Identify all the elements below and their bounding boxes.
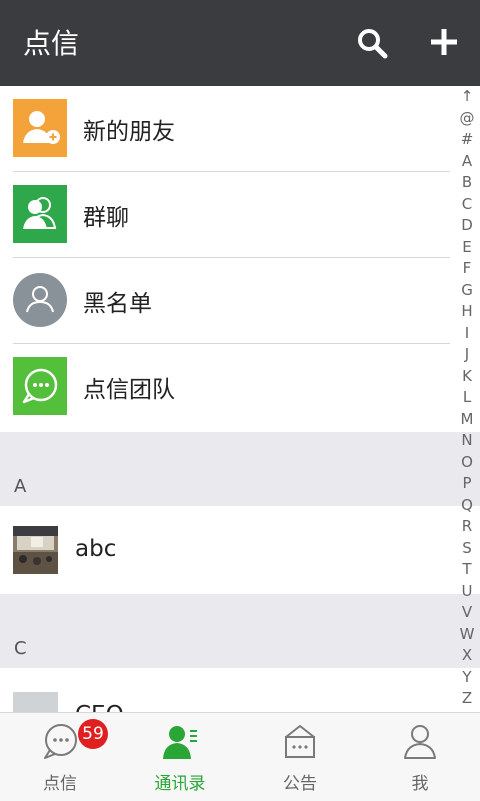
index-letter[interactable]: J xyxy=(454,344,480,366)
blacklist-label: 黑名单 xyxy=(83,291,152,317)
profile-icon xyxy=(404,725,436,759)
search-icon[interactable] xyxy=(355,26,389,60)
index-letter[interactable]: C xyxy=(454,194,480,216)
index-letter[interactable]: # xyxy=(454,129,480,151)
group-chat-label: 群聊 xyxy=(83,205,129,231)
contact-name: CEO xyxy=(75,702,124,712)
index-letter[interactable]: Q xyxy=(454,495,480,517)
index-letter[interactable]: W xyxy=(454,624,480,646)
tab-announcements[interactable]: 公告 xyxy=(240,713,360,801)
index-letter[interactable]: A xyxy=(454,151,480,173)
contact-avatar xyxy=(13,692,58,712)
index-letter[interactable]: V xyxy=(454,602,480,624)
page-title: 点信 xyxy=(23,27,80,60)
chat-icon xyxy=(44,724,77,759)
section-letter: C xyxy=(14,638,27,659)
tab-chats[interactable]: 59 点信 xyxy=(0,713,120,801)
top-bar: 点信 xyxy=(0,0,480,86)
index-letter[interactable]: K xyxy=(454,366,480,388)
contact-list[interactable]: 新的朋友 群聊 黑名单 点信团队 A abc C xyxy=(0,86,480,712)
index-letter[interactable]: Y xyxy=(454,667,480,689)
index-letter[interactable]: R xyxy=(454,516,480,538)
tab-label: 通讯录 xyxy=(154,774,206,794)
index-letter[interactable]: S xyxy=(454,538,480,560)
index-letter[interactable]: F xyxy=(454,258,480,280)
section-header-c: C xyxy=(0,594,480,668)
index-letter[interactable]: I xyxy=(454,323,480,345)
chat-bubble-icon xyxy=(13,357,67,415)
add-icon[interactable] xyxy=(428,26,460,58)
blacklist-item[interactable]: 黑名单 xyxy=(0,258,480,344)
section-letter: A xyxy=(14,476,27,497)
tab-label: 公告 xyxy=(283,774,317,794)
blacklist-user-icon xyxy=(13,273,67,327)
section-header-a: A xyxy=(0,432,480,506)
index-letter[interactable]: H xyxy=(454,301,480,323)
index-letter[interactable]: U xyxy=(454,581,480,603)
index-letter[interactable]: X xyxy=(454,645,480,667)
group-chat-icon xyxy=(13,185,67,243)
bottom-tab-bar: 59 点信 通讯录 公告 我 xyxy=(0,712,480,801)
index-letter[interactable]: G xyxy=(454,280,480,302)
tab-label: 我 xyxy=(411,774,429,794)
tab-contacts[interactable]: 通讯录 xyxy=(120,713,240,801)
index-letter[interactable]: Z xyxy=(454,688,480,710)
tab-label: 点信 xyxy=(43,774,77,794)
contact-item[interactable]: abc xyxy=(0,506,480,594)
contact-name: abc xyxy=(75,536,117,562)
alphabet-index[interactable]: ↑ @ # A B C D E F G H I J K L M N O P Q R S T U V W X Y Z xyxy=(454,86,480,712)
unread-badge: 59 xyxy=(78,719,108,749)
announcement-icon xyxy=(285,725,315,758)
group-chat-item[interactable]: 群聊 xyxy=(0,172,480,258)
new-friends-label: 新的朋友 xyxy=(83,119,175,145)
index-letter[interactable]: N xyxy=(454,430,480,452)
index-letter[interactable]: E xyxy=(454,237,480,259)
index-letter[interactable]: T xyxy=(454,559,480,581)
add-friend-icon xyxy=(13,99,67,157)
index-letter[interactable]: ↑ xyxy=(454,86,480,108)
index-letter[interactable]: B xyxy=(454,172,480,194)
index-letter[interactable]: L xyxy=(454,387,480,409)
team-item[interactable]: 点信团队 xyxy=(0,344,480,432)
team-label: 点信团队 xyxy=(83,377,175,403)
contacts-icon xyxy=(163,726,197,759)
index-letter[interactable]: O xyxy=(454,452,480,474)
contact-avatar xyxy=(13,526,58,574)
new-friends-item[interactable]: 新的朋友 xyxy=(0,86,480,172)
index-letter[interactable]: D xyxy=(454,215,480,237)
tab-me[interactable]: 我 xyxy=(360,713,480,801)
index-letter[interactable]: @ xyxy=(454,108,480,130)
index-letter[interactable]: P xyxy=(454,473,480,495)
contact-item[interactable]: CEO xyxy=(0,668,480,712)
index-letter[interactable]: M xyxy=(454,409,480,431)
